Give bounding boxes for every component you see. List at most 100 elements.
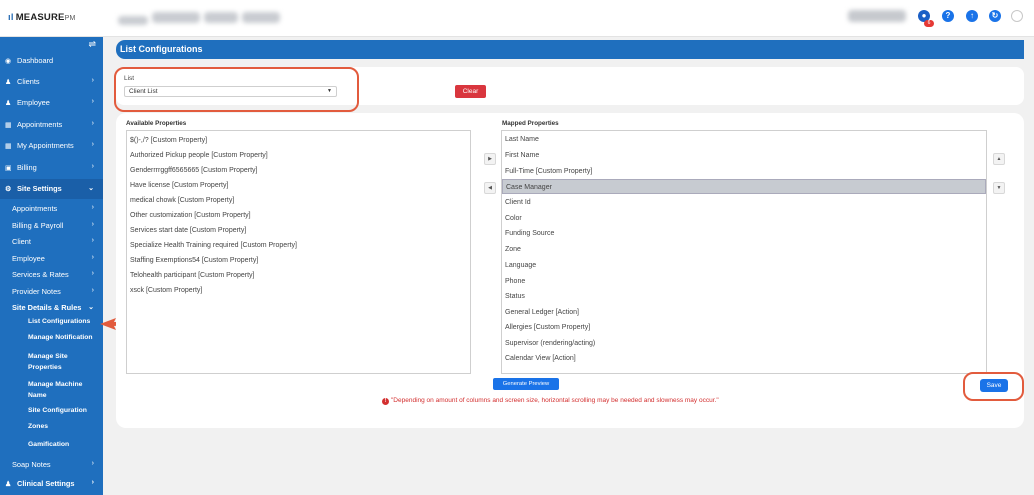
sidebar-item-site-settings[interactable]: ⚙ Site Settings ⌄ <box>0 179 103 199</box>
gear-icon: ⚙ <box>5 186 12 193</box>
list-item[interactable]: Telohealth participant [Custom Property] <box>127 268 470 283</box>
list-item[interactable]: Genderrrrggff6565665 [Custom Property] <box>127 163 470 178</box>
list-item[interactable]: Last Name <box>502 132 986 147</box>
user-icon: ♟ <box>5 481 12 488</box>
chevron-right-icon: › <box>91 460 94 467</box>
list-item[interactable]: Other customization [Custom Property] <box>127 208 470 223</box>
sidebar-item-my-appointments[interactable]: ▦ My Appointments › <box>0 141 103 150</box>
list-item[interactable]: $()-,/? [Custom Property] <box>127 133 470 148</box>
chevron-right-icon: › <box>91 221 94 228</box>
chevron-right-icon: › <box>91 254 94 261</box>
sidebar-subitem-provider-notes[interactable]: Provider Notes › <box>0 287 103 296</box>
list-item[interactable]: Phone <box>502 274 986 289</box>
list-item[interactable]: Language <box>502 258 986 273</box>
sidebar: ⇌ ◉ Dashboard ♟ Clients › ♟ Employee › ▦ Appoi… <box>0 37 103 495</box>
list-item[interactable]: medical chowk [Custom Property] <box>127 193 470 208</box>
list-item[interactable]: xsck [Custom Property] <box>127 283 470 298</box>
move-right-button[interactable]: ▶ <box>484 153 496 165</box>
list-item[interactable]: Color <box>502 211 986 226</box>
sidebar-item-clients[interactable]: ♟ Clients › <box>0 77 103 86</box>
top-bar: ıl MEASUREPM ● 6 ? ↑ ↻ <box>0 0 1034 37</box>
sidebar-subitem-employee[interactable]: Employee › <box>0 254 103 263</box>
chevron-down-icon: ⌄ <box>88 185 94 192</box>
refresh-icon[interactable]: ↻ <box>989 10 1001 22</box>
list-item[interactable]: General Ledger [Action] <box>502 305 986 320</box>
profile-icon[interactable] <box>1011 10 1023 22</box>
move-down-button[interactable]: ▼ <box>993 182 1005 194</box>
sidebar-subsubitem-list-configurations[interactable]: List Configurations <box>0 318 103 325</box>
list-item[interactable]: Supervisor (rendering/acting) <box>502 336 986 351</box>
chevron-right-icon: › <box>91 479 94 486</box>
move-left-button[interactable]: ◀ <box>484 182 496 194</box>
mapped-properties-list[interactable]: Last Name First Name Full-Time [Custom P… <box>501 130 987 374</box>
logo-bars-icon: ıl <box>8 12 14 23</box>
sidebar-subsubitem-zones[interactable]: Zones <box>0 423 103 430</box>
mapped-properties-title: Mapped Properties <box>502 120 559 127</box>
sidebar-item-billing[interactable]: ▣ Billing › <box>0 163 103 172</box>
sidebar-subitem-site-details-rules[interactable]: Site Details & Rules ⌄ <box>0 303 103 312</box>
sidebar-subitem-appointments[interactable]: Appointments › <box>0 204 103 213</box>
chevron-right-icon: › <box>91 98 94 105</box>
move-up-button[interactable]: ▲ <box>993 153 1005 165</box>
page-header: List Configurations <box>116 40 1024 59</box>
generate-preview-button[interactable]: Generate Preview <box>493 378 559 390</box>
sidebar-subsubitem-site-configuration[interactable]: Site Configuration <box>0 407 103 414</box>
app-logo[interactable]: ıl MEASUREPM <box>8 12 76 23</box>
money-icon: ▣ <box>5 165 12 172</box>
upload-icon[interactable]: ↑ <box>966 10 978 22</box>
chevron-right-icon: › <box>91 77 94 84</box>
sidebar-item-clinical-settings[interactable]: ♟ Clinical Settings › <box>0 479 103 488</box>
chevron-right-icon: › <box>91 237 94 244</box>
sidebar-subitem-services-rates[interactable]: Services & Rates › <box>0 270 103 279</box>
warning-message: ! "Depending on amount of columns and scr… <box>382 397 719 405</box>
sidebar-item-employee[interactable]: ♟ Employee › <box>0 98 103 107</box>
sidebar-subitem-client[interactable]: Client › <box>0 237 103 246</box>
list-item[interactable]: Have license [Custom Property] <box>127 178 470 193</box>
sidebar-subsubitem-manage-machine-name[interactable]: Manage Machine Name <box>0 379 92 401</box>
list-item[interactable]: Staffing Exemptions54 [Custom Property] <box>127 253 470 268</box>
chevron-right-icon: › <box>91 287 94 294</box>
list-item[interactable]: Funding Source <box>502 226 986 241</box>
annotation-highlight-save <box>963 372 1024 401</box>
collapse-menu-icon[interactable]: ⇌ <box>88 39 96 50</box>
warning-icon: ! <box>382 398 389 405</box>
sidebar-subsubitem-manage-notification[interactable]: Manage Notification <box>0 334 103 341</box>
sidebar-subitem-billing-payroll[interactable]: Billing & Payroll › <box>0 221 103 230</box>
users-icon: ♟ <box>5 100 12 107</box>
list-item[interactable]: First Name <box>502 148 986 163</box>
dashboard-icon: ◉ <box>5 58 12 65</box>
notification-badge: 6 <box>924 20 934 27</box>
chevron-right-icon: › <box>91 204 94 211</box>
available-properties-list[interactable]: $()-,/? [Custom Property] Authorized Pic… <box>126 130 471 374</box>
calendar-icon: ▦ <box>5 122 12 129</box>
list-item[interactable]: Calendar View [Action] <box>502 351 986 366</box>
sidebar-subsubitem-gamification[interactable]: Gamification <box>0 441 103 448</box>
list-item[interactable]: Services start date [Custom Property] <box>127 223 470 238</box>
chevron-right-icon: › <box>91 141 94 148</box>
available-properties-title: Available Properties <box>126 120 187 127</box>
calendar-icon: ▦ <box>5 143 12 150</box>
user-icon: ♟ <box>5 79 12 86</box>
list-item[interactable]: Status <box>502 289 986 304</box>
help-icon[interactable]: ? <box>942 10 954 22</box>
chevron-right-icon: › <box>91 120 94 127</box>
sidebar-item-appointments[interactable]: ▦ Appointments › <box>0 120 103 129</box>
sidebar-subsubitem-manage-site-properties[interactable]: Manage Site Properties <box>0 351 80 373</box>
facility-name-blurred <box>118 8 283 28</box>
chevron-right-icon: › <box>91 163 94 170</box>
sidebar-item-dashboard[interactable]: ◉ Dashboard <box>0 56 103 65</box>
list-item[interactable]: Zone <box>502 242 986 257</box>
list-item[interactable]: Full-Time [Custom Property] <box>502 164 986 179</box>
list-item[interactable]: Client Id <box>502 195 986 210</box>
sidebar-subitem-soap-notes[interactable]: Soap Notes › <box>0 460 103 469</box>
page-title: List Configurations <box>120 44 203 54</box>
list-item-selected[interactable]: Case Manager <box>502 179 986 194</box>
list-item[interactable]: Specialize Health Training required [Cus… <box>127 238 470 253</box>
annotation-highlight-list <box>114 67 359 112</box>
clear-button[interactable]: Clear <box>455 85 486 98</box>
list-item[interactable]: Allergies [Custom Property] <box>502 320 986 335</box>
chevron-down-icon: ⌄ <box>88 304 94 311</box>
chevron-right-icon: › <box>91 270 94 277</box>
user-name-blurred <box>848 10 906 22</box>
list-item[interactable]: Authorized Pickup people [Custom Propert… <box>127 148 470 163</box>
